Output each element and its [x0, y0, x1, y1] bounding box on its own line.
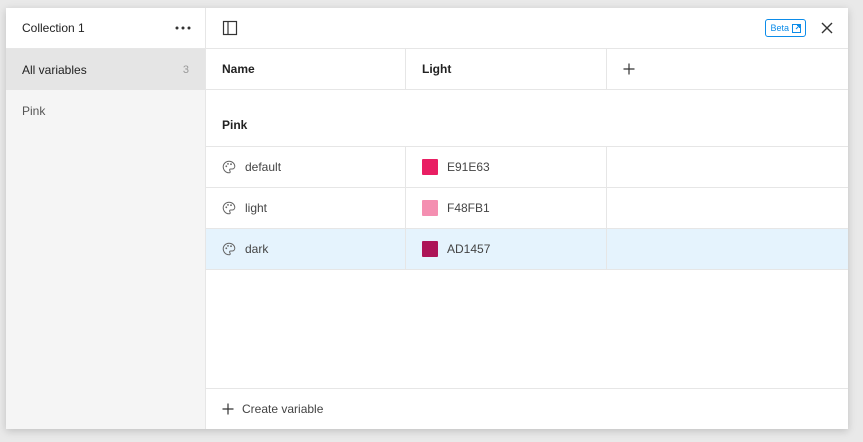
sidebar-item-count: 3	[182, 63, 189, 76]
close-button[interactable]	[818, 19, 836, 37]
sidebar-item-all-variables[interactable]: All variables 3	[6, 49, 205, 90]
toggle-sidebar-button[interactable]	[218, 16, 242, 40]
plus-icon	[623, 63, 635, 75]
variable-name-cell[interactable]: dark	[206, 229, 406, 269]
color-swatch[interactable]	[422, 200, 438, 216]
header-name: Name	[222, 62, 255, 76]
header-name-cell: Name	[206, 49, 406, 89]
group-label: Pink	[222, 118, 248, 132]
beta-label: Beta	[770, 23, 789, 33]
main-panel: Beta Name Light Pink default E91E63 ligh…	[206, 8, 848, 429]
variable-name-cell[interactable]: light	[206, 188, 406, 228]
external-link-icon	[792, 23, 801, 33]
variables-dialog: Collection 1 All variables 3 Pink Beta N…	[6, 8, 848, 429]
hex-value: E91E63	[447, 160, 490, 174]
empty-cell	[607, 229, 848, 269]
topbar: Beta	[206, 8, 848, 49]
table-row[interactable]: default E91E63	[206, 147, 848, 188]
color-swatch[interactable]	[422, 159, 438, 175]
palette-icon	[222, 242, 236, 256]
table-row-selected[interactable]: dark AD1457	[206, 229, 848, 270]
variable-name: default	[245, 160, 282, 174]
table-header: Name Light	[206, 49, 848, 90]
variable-value-cell[interactable]: E91E63	[406, 147, 607, 187]
add-mode-button[interactable]	[621, 61, 637, 77]
create-variable-label: Create variable	[242, 402, 324, 416]
sidebar-item-label: Pink	[22, 103, 46, 118]
header-mode-cell[interactable]: Light	[406, 49, 607, 89]
group-header-pink: Pink	[206, 90, 848, 147]
sidebar-header: Collection 1	[6, 8, 205, 49]
more-options-button[interactable]	[171, 18, 195, 38]
more-icon	[175, 26, 191, 30]
beta-badge[interactable]: Beta	[765, 19, 806, 37]
variable-value-cell[interactable]: AD1457	[406, 229, 607, 269]
sidebar-item-pink[interactable]: Pink	[6, 90, 205, 131]
create-variable-button[interactable]: Create variable	[206, 388, 848, 429]
sidebar: Collection 1 All variables 3 Pink	[6, 8, 206, 429]
hex-value: AD1457	[447, 242, 491, 256]
sidebar-item-label: All variables	[22, 62, 87, 77]
variable-value-cell[interactable]: F48FB1	[406, 188, 607, 228]
palette-icon	[222, 160, 236, 174]
variable-name: light	[245, 201, 268, 215]
collection-title[interactable]: Collection 1	[22, 21, 85, 35]
header-add-cell	[607, 49, 848, 89]
topbar-actions: Beta	[765, 19, 836, 37]
plus-icon	[222, 403, 234, 415]
variable-name-cell[interactable]: default	[206, 147, 406, 187]
color-swatch[interactable]	[422, 241, 438, 257]
empty-cell	[607, 188, 848, 228]
variable-name: dark	[245, 242, 269, 256]
hex-value: F48FB1	[447, 201, 490, 215]
sidebar-panel-icon	[222, 20, 238, 36]
close-icon	[821, 22, 833, 34]
header-mode-light: Light	[422, 62, 452, 76]
palette-icon	[222, 201, 236, 215]
table-row[interactable]: light F48FB1	[206, 188, 848, 229]
empty-cell	[607, 147, 848, 187]
